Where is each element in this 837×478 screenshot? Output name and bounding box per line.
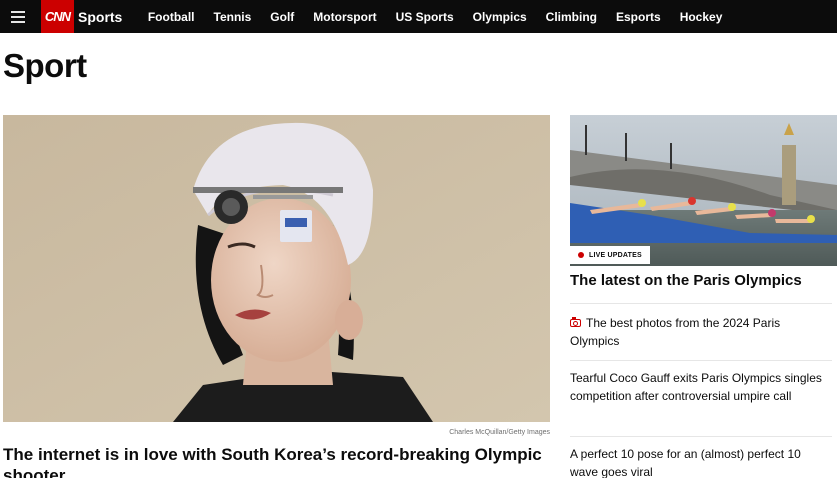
page-title: Sport [3, 47, 87, 84]
list-item[interactable]: A perfect 10 pose for an (almost) perfec… [570, 436, 832, 478]
nav-item-football[interactable]: Football [138, 10, 204, 24]
hero-headline[interactable]: The internet is in love with South Korea… [3, 444, 558, 478]
live-updates-badge: LIVE UPDATES [570, 246, 650, 264]
nav-item-us-sports[interactable]: US Sports [386, 10, 463, 24]
list-item-text: A perfect 10 pose for an (almost) perfec… [570, 447, 801, 478]
side-image[interactable] [570, 115, 837, 266]
menu-icon[interactable] [0, 0, 36, 33]
nav-items: Football Tennis Golf Motorsport US Sport… [138, 10, 732, 24]
nav-item-esports[interactable]: Esports [607, 10, 671, 24]
list-item[interactable]: Tearful Coco Gauff exits Paris Olympics … [570, 360, 832, 436]
photo-credit: Charles McQuillan/Getty Images [449, 429, 550, 436]
cnn-logo[interactable]: CNN [41, 0, 74, 33]
list-item-text: The best photos from the 2024 Paris Olym… [570, 316, 781, 348]
camera-icon [570, 317, 581, 327]
section-name[interactable]: Sports [78, 9, 122, 25]
side-story-list: The best photos from the 2024 Paris Olym… [570, 303, 832, 478]
hero-image[interactable] [3, 115, 550, 422]
nav-item-motorsport[interactable]: Motorsport [304, 10, 386, 24]
nav-item-climbing[interactable]: Climbing [536, 10, 606, 24]
live-badge-label: LIVE UPDATES [589, 251, 642, 259]
list-item-text: Tearful Coco Gauff exits Paris Olympics … [570, 371, 822, 403]
nav-item-tennis[interactable]: Tennis [204, 10, 261, 24]
nav-item-olympics[interactable]: Olympics [463, 10, 536, 24]
live-dot-icon [578, 252, 584, 258]
list-item[interactable]: The best photos from the 2024 Paris Olym… [570, 303, 832, 360]
nav-item-golf[interactable]: Golf [261, 10, 304, 24]
side-headline[interactable]: The latest on the Paris Olympics [570, 272, 837, 289]
logo-link[interactable]: CNN Sports [41, 0, 122, 33]
nav-item-hockey[interactable]: Hockey [670, 10, 732, 24]
top-nav: CNN Sports Football Tennis Golf Motorspo… [0, 0, 837, 33]
